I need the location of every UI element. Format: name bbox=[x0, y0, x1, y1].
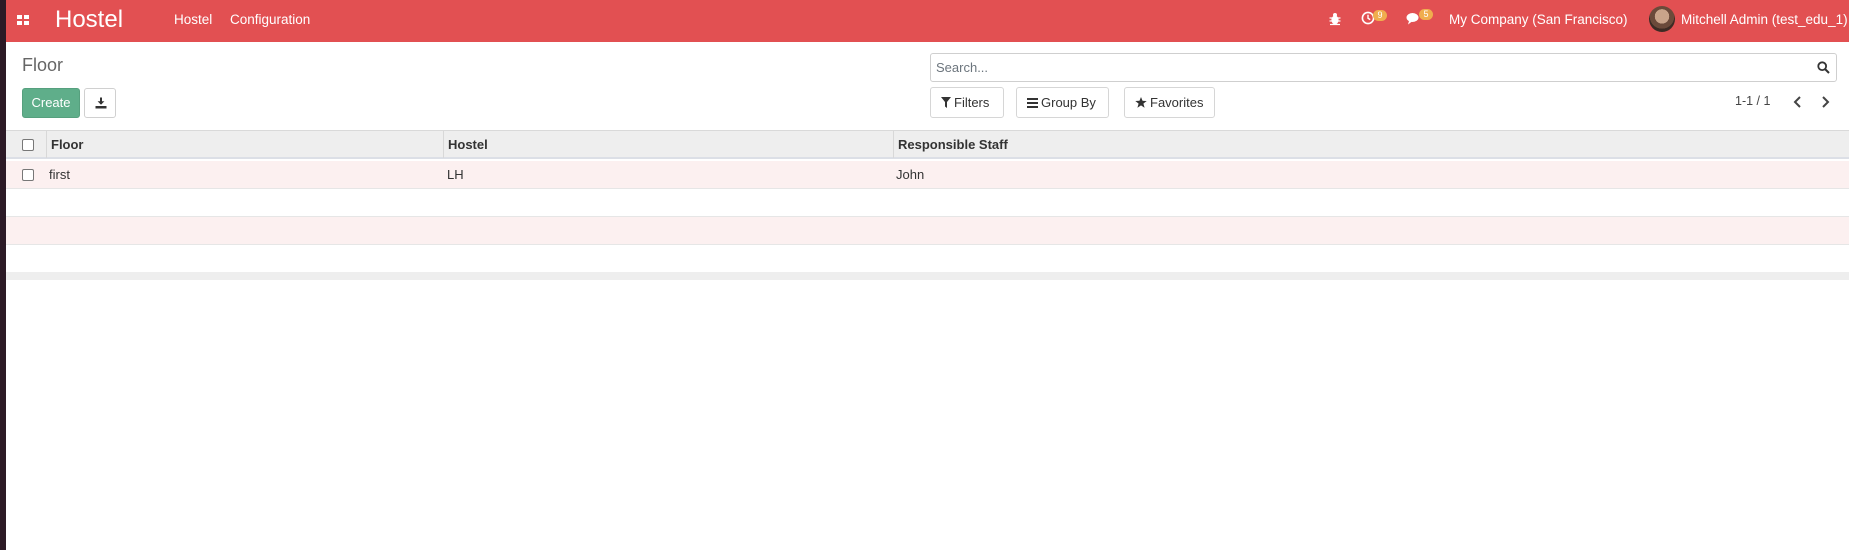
cell-floor: first bbox=[49, 167, 70, 182]
top-navbar: Hostel Hostel Configuration 9 5 My Compa… bbox=[6, 0, 1849, 42]
download-icon bbox=[95, 97, 107, 109]
pager-next-icon[interactable] bbox=[1818, 94, 1832, 110]
row-checkbox[interactable] bbox=[22, 169, 34, 181]
message-count-badge: 5 bbox=[1419, 9, 1433, 20]
favorites-button[interactable]: Favorites bbox=[1124, 87, 1215, 118]
select-all-checkbox[interactable] bbox=[22, 139, 34, 151]
bug-icon[interactable] bbox=[1329, 12, 1341, 29]
company-switcher[interactable]: My Company (San Francisco) bbox=[1449, 12, 1628, 28]
empty-row bbox=[6, 189, 1849, 217]
group-by-label: Group By bbox=[1041, 95, 1096, 110]
empty-row bbox=[6, 245, 1849, 273]
export-button[interactable] bbox=[84, 88, 116, 118]
search-input[interactable] bbox=[936, 54, 1796, 81]
list-footer bbox=[6, 272, 1849, 280]
cell-responsible-staff: John bbox=[896, 167, 925, 182]
pager-value[interactable]: 1-1 / 1 bbox=[1735, 94, 1770, 109]
search-box bbox=[930, 53, 1837, 82]
activity-count-badge: 9 bbox=[1373, 10, 1387, 21]
apps-grid-icon[interactable] bbox=[16, 13, 30, 27]
table-row[interactable]: first LH John bbox=[6, 161, 1849, 189]
user-menu[interactable]: Mitchell Admin (test_edu_1) bbox=[1681, 12, 1848, 28]
menu-item-hostel[interactable]: Hostel bbox=[174, 12, 212, 28]
menu-item-configuration[interactable]: Configuration bbox=[230, 12, 310, 28]
filter-icon bbox=[941, 97, 951, 108]
star-icon bbox=[1135, 97, 1147, 108]
user-avatar[interactable] bbox=[1649, 6, 1675, 32]
filters-label: Filters bbox=[954, 95, 990, 110]
filters-button[interactable]: Filters bbox=[930, 87, 1004, 118]
column-header-hostel[interactable]: Hostel bbox=[443, 131, 892, 158]
bars-icon bbox=[1027, 98, 1038, 108]
column-header-responsible-staff[interactable]: Responsible Staff bbox=[893, 131, 1849, 158]
list-header: Floor Hostel Responsible Staff bbox=[6, 130, 1849, 159]
cell-hostel: LH bbox=[447, 167, 464, 182]
pager-previous-icon[interactable] bbox=[1791, 94, 1805, 110]
create-button[interactable]: Create bbox=[22, 88, 80, 118]
page-title: Floor bbox=[22, 55, 64, 75]
favorites-label: Favorites bbox=[1150, 95, 1204, 110]
empty-row bbox=[6, 217, 1849, 245]
app-brand[interactable]: Hostel bbox=[55, 6, 123, 34]
column-header-floor[interactable]: Floor bbox=[46, 131, 442, 158]
group-by-button[interactable]: Group By bbox=[1016, 87, 1109, 118]
search-icon[interactable] bbox=[1817, 61, 1830, 77]
